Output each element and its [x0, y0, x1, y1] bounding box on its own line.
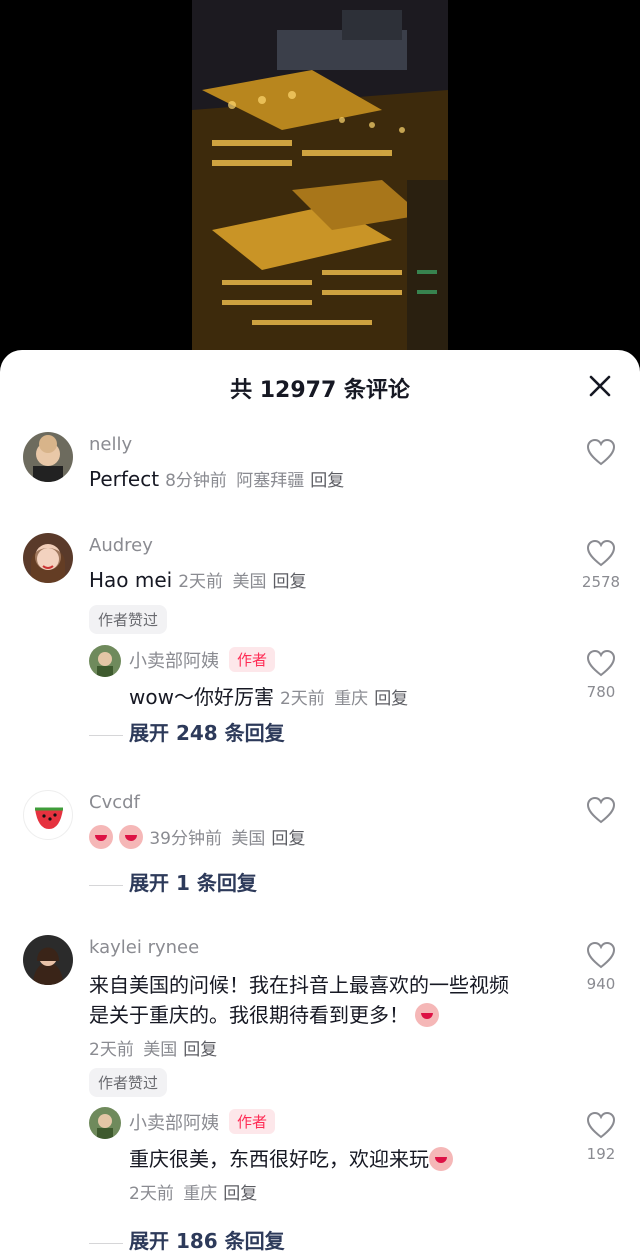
comment-time: 2天前 [178, 572, 224, 592]
comment-username[interactable]: nelly [89, 434, 132, 455]
heart-outline-icon [586, 796, 616, 824]
heart-outline-icon [586, 941, 616, 969]
comment-username[interactable]: Cvcdf [89, 792, 140, 813]
reply-username[interactable]: 小卖部阿姨 [129, 651, 219, 672]
comment-location: 阿塞拜疆 [236, 471, 305, 491]
divider-line [89, 735, 123, 736]
video-area[interactable] [0, 0, 640, 360]
reply-time: 2天前 [129, 1184, 174, 1204]
comment-text-row: Perfect 8分钟前 阿塞拜疆 回复 [89, 466, 344, 491]
heart-outline-icon [586, 1111, 616, 1139]
reply-button[interactable]: 回复 [374, 689, 408, 709]
reply-meta: 2天前 重庆 回复 [129, 1179, 257, 1204]
reply-button[interactable]: 回复 [310, 471, 344, 491]
heart-outline-icon [586, 438, 616, 466]
expand-replies-button[interactable]: 展开 1 条回复 [89, 867, 257, 896]
reply-time: 2天前 [279, 689, 325, 709]
expand-replies-label: 展开 1 条回复 [129, 871, 257, 895]
sheet-header: 共 12977 条评论 [0, 350, 640, 420]
comment-time: 2天前 [89, 1040, 134, 1060]
comment-text: Perfect [89, 467, 160, 491]
video-thumbnail[interactable] [192, 0, 448, 352]
reply-button[interactable]: 回复 [183, 1040, 217, 1060]
comment-text-row: Hao mei 2天前 美国 回复 [89, 567, 306, 592]
comment-text: Hao mei [89, 568, 173, 592]
like-count: 780 [586, 683, 616, 701]
comment-count-title: 共 12977 条评论 [230, 378, 410, 403]
reply-button[interactable]: 回复 [272, 572, 306, 592]
author-liked-badge: 作者赞过 [89, 605, 168, 634]
like-count: 2578 [581, 573, 621, 591]
reply-location: 重庆 [183, 1184, 218, 1204]
reply-text-row: 重庆很美，东西很好吃，欢迎来玩 [129, 1143, 453, 1172]
emoji-icon [119, 825, 144, 849]
heart-outline-icon [586, 539, 616, 567]
comment-username[interactable]: Audrey [89, 535, 153, 556]
comment-location: 美国 [232, 572, 267, 592]
night-building-illustration [192, 0, 448, 352]
reply-username[interactable]: 小卖部阿姨 [129, 1113, 219, 1134]
like-button[interactable]: 2578 [580, 539, 622, 591]
reply-text: 重庆很美，东西很好吃，欢迎来玩 [129, 1147, 429, 1171]
comment-text-row: 39分钟前 美国 回复 [89, 824, 305, 849]
emoji-icon [415, 1003, 440, 1027]
comment-username[interactable]: kaylei rynee [89, 937, 199, 958]
like-button[interactable] [580, 438, 622, 472]
expand-replies-button[interactable]: 展开 186 条回复 [89, 1225, 285, 1252]
author-tag: 作者 [229, 1109, 276, 1134]
like-button[interactable] [580, 796, 622, 830]
avatar[interactable] [23, 935, 73, 985]
like-count: 192 [586, 1145, 616, 1163]
avatar[interactable] [23, 533, 73, 583]
avatar[interactable] [89, 1107, 121, 1139]
comment-meta: 2天前 美国 回复 [178, 572, 306, 592]
avatar[interactable] [23, 432, 73, 482]
author-tag: 作者 [229, 647, 276, 672]
comment-meta: 2天前 美国 回复 [89, 1035, 217, 1060]
reply-button[interactable]: 回复 [223, 1184, 257, 1204]
divider-line [89, 885, 123, 886]
comment-text-line-2: 是关于重庆的。我很期待看到更多！ [89, 1003, 409, 1027]
close-icon[interactable] [584, 370, 616, 402]
like-button[interactable]: 192 [580, 1111, 622, 1163]
reply-text-row: wow～你好厉害 2天前 重庆 回复 [129, 681, 408, 710]
like-button[interactable]: 940 [580, 941, 622, 993]
comment-time: 8分钟前 [165, 471, 227, 491]
comment-text-line-1: 来自美国的问候！我在抖音上最喜欢的一些视频 [89, 973, 509, 997]
avatar[interactable] [89, 645, 121, 677]
reply-username-row: 小卖部阿姨 作者 [129, 647, 276, 673]
reply-meta: 2天前 重庆 回复 [280, 689, 408, 709]
comment-meta: 39分钟前 美国 回复 [149, 829, 305, 849]
comment-location: 美国 [143, 1040, 178, 1060]
like-count: 940 [586, 975, 616, 993]
comment-sheet: 共 12977 条评论 nelly Perfect 8分钟前 阿塞拜疆 回复 Aud… [0, 350, 640, 1252]
emoji-icon [429, 1147, 453, 1171]
reply-username-row: 小卖部阿姨 作者 [129, 1109, 276, 1135]
expand-replies-button[interactable]: 展开 248 条回复 [89, 717, 285, 746]
like-button[interactable]: 780 [580, 649, 622, 701]
expand-replies-label: 展开 248 条回复 [129, 721, 285, 745]
author-liked-badge: 作者赞过 [89, 1068, 168, 1097]
reply-text: wow～你好厉害 [129, 685, 274, 709]
divider-line [89, 1243, 123, 1244]
watermelon-icon [35, 807, 63, 829]
emoji-icon [89, 825, 113, 849]
heart-outline-icon [586, 649, 616, 677]
reply-location: 重庆 [334, 689, 369, 709]
comment-location: 美国 [231, 829, 266, 849]
reply-button[interactable]: 回复 [271, 829, 305, 849]
comment-time: 39分钟前 [149, 829, 222, 849]
expand-replies-label: 展开 186 条回复 [129, 1229, 285, 1252]
comment-text-line-2-row: 是关于重庆的。我很期待看到更多！ [89, 999, 440, 1028]
comment-meta: 8分钟前 阿塞拜疆 回复 [165, 471, 344, 491]
avatar[interactable] [23, 790, 73, 840]
